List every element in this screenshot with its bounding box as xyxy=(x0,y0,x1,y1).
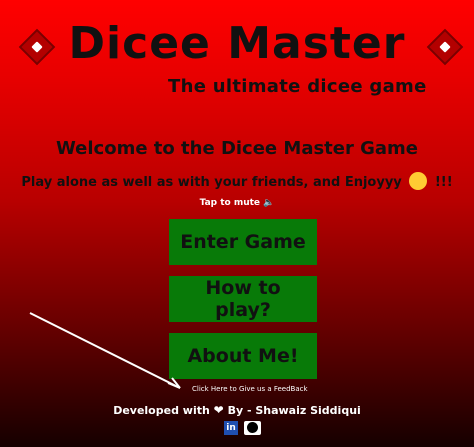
footer-credit: Developed with ❤ By - Shawaiz Siddiqui xyxy=(0,403,474,417)
feedback-link[interactable]: Click Here to Give us a FeedBack xyxy=(192,385,308,393)
heart-icon: ❤ xyxy=(213,403,224,417)
github-icon[interactable] xyxy=(244,421,261,435)
author-label: By - Shawaiz Siddiqui xyxy=(227,404,361,417)
developed-with-label: Developed with xyxy=(113,404,210,417)
pointer-arrow-icon xyxy=(29,312,181,389)
linkedin-icon[interactable]: in xyxy=(224,421,238,435)
